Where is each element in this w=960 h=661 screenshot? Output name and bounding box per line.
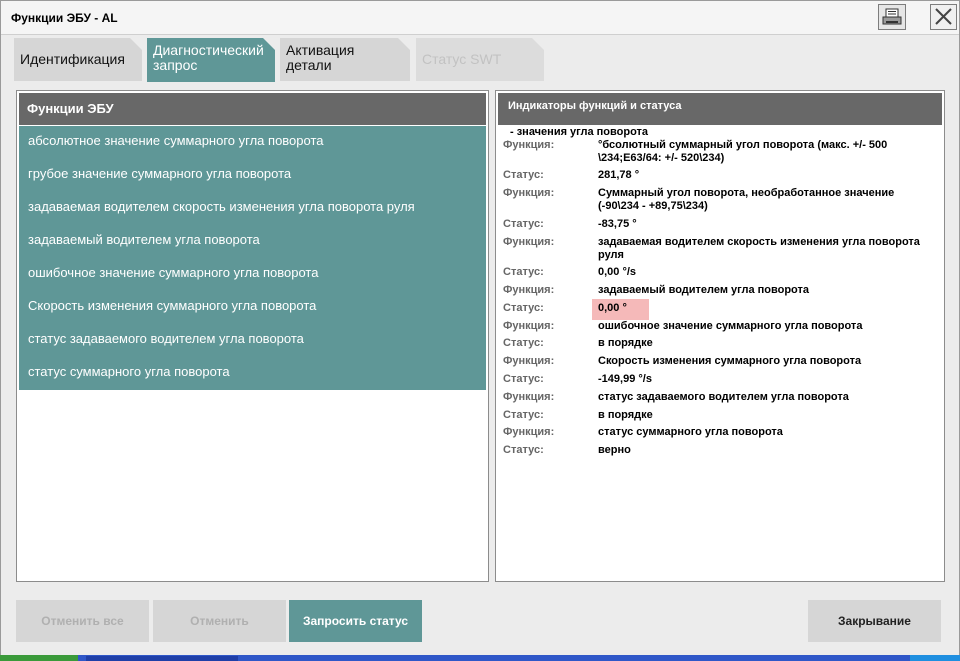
system-tray xyxy=(910,655,960,661)
row-label: Функция: xyxy=(503,236,555,248)
row-label: Статус: xyxy=(503,409,544,421)
request-status-button[interactable]: Запросить статус xyxy=(289,600,422,642)
title-bar: Функции ЭБУ - AL xyxy=(1,1,959,35)
status-indicators-header: Индикаторы функций и статуса xyxy=(498,93,942,125)
ecu-functions-panel: Функции ЭБУ абсолютное значение суммарно… xyxy=(16,90,489,582)
row-label: Функция: xyxy=(503,284,555,296)
list-item[interactable]: задаваемая водителем скорость изменения … xyxy=(19,192,486,225)
taskbar-task[interactable] xyxy=(86,656,238,661)
row-value: в порядке xyxy=(598,409,653,421)
window-title: Функции ЭБУ - AL xyxy=(11,11,118,25)
tab-swt-status: Статус SWT xyxy=(416,38,544,81)
group-title: - значения угла поворота xyxy=(510,126,649,138)
row-label: Функция: xyxy=(503,391,555,403)
row-label: Статус: xyxy=(503,218,544,230)
tab-label: Идентификация xyxy=(20,51,125,67)
row-value: 0,00 ° xyxy=(598,302,627,314)
tab-component-activation[interactable]: Активация детали xyxy=(280,38,410,81)
row-label: Функция: xyxy=(503,355,555,367)
tab-identification[interactable]: Идентификация xyxy=(14,38,142,81)
close-icon xyxy=(935,8,952,25)
row-value: статус суммарного угла поворота xyxy=(598,426,783,438)
tab-diagnostic-request[interactable]: Диагностический запрос xyxy=(147,38,275,82)
row-value: -83,75 ° xyxy=(598,218,637,230)
row-label: Функция: xyxy=(503,187,555,199)
row-value: 0,00 °/s xyxy=(598,266,637,278)
list-item[interactable]: статус задаваемого водителем угла поворо… xyxy=(19,324,486,357)
cancel-button: Отменить xyxy=(153,600,286,642)
row-value: °бсолютный суммарный угол поворота (макс… xyxy=(598,139,888,164)
close-button[interactable]: Закрывание xyxy=(808,600,941,642)
tab-bar: Идентификация Диагностический запрос Акт… xyxy=(14,38,574,82)
ecu-functions-header: Функции ЭБУ xyxy=(19,93,486,125)
list-item[interactable]: задаваемый водителем угла поворота xyxy=(19,225,486,258)
row-value: задаваемая водителем скорость изменения … xyxy=(598,236,920,261)
row-label: Статус: xyxy=(503,373,544,385)
row-value: Скорость изменения суммарного угла повор… xyxy=(598,355,862,367)
row-value: верно xyxy=(598,444,631,456)
tab-label: Диагностический запрос xyxy=(153,42,264,73)
row-value: статус задаваемого водителем угла поворо… xyxy=(598,391,849,403)
row-value: -149,99 °/s xyxy=(598,373,652,385)
row-value: ошибочное значение суммарного угла повор… xyxy=(598,320,863,332)
start-button[interactable] xyxy=(0,655,78,661)
row-label: Статус: xyxy=(503,302,544,314)
print-button[interactable] xyxy=(878,4,906,30)
list-item[interactable]: статус суммарного угла поворота xyxy=(19,357,486,390)
list-item[interactable]: грубое значение суммарного угла поворота xyxy=(19,159,486,192)
row-label: Статус: xyxy=(503,337,544,349)
row-label: Статус: xyxy=(503,169,544,181)
row-label: Статус: xyxy=(503,266,544,278)
list-item[interactable]: ошибочное значение суммарного угла повор… xyxy=(19,258,486,291)
list-item[interactable]: Скорость изменения суммарного угла повор… xyxy=(19,291,486,324)
close-window-button[interactable] xyxy=(930,4,957,30)
row-label: Функция: xyxy=(503,320,555,332)
row-value: Суммарный угол поворота, необработанное … xyxy=(598,187,895,212)
row-label: Статус: xyxy=(503,444,544,456)
list-item[interactable]: абсолютное значение суммарного угла пово… xyxy=(19,126,486,159)
tab-label: Активация детали xyxy=(286,42,355,73)
row-value: 281,78 ° xyxy=(598,169,640,181)
row-value: в порядке xyxy=(598,337,653,349)
print-icon xyxy=(882,8,902,25)
window: Функции ЭБУ - AL Идентификация Диагности… xyxy=(0,0,960,657)
row-label: Функция: xyxy=(503,139,555,151)
row-value: задаваемый водителем угла поворота xyxy=(598,284,810,296)
cancel-all-button: Отменить все xyxy=(16,600,149,642)
tab-label: Статус SWT xyxy=(422,51,502,67)
row-label: Функция: xyxy=(503,426,555,438)
status-indicators-panel: Индикаторы функций и статуса - значения … xyxy=(495,90,945,582)
ecu-functions-list: абсолютное значение суммарного угла пово… xyxy=(19,126,486,390)
